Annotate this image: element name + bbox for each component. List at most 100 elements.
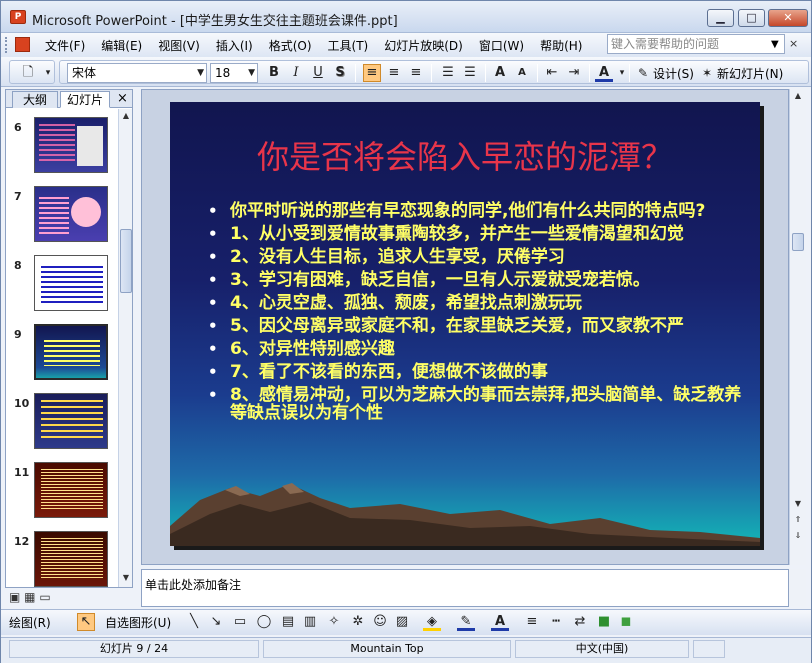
scroll-down-icon[interactable]: ▼ xyxy=(120,571,132,585)
toolbar-separator xyxy=(485,64,486,82)
slide-thumbnail[interactable] xyxy=(34,393,108,449)
new-slide-icon: ✶ xyxy=(701,66,713,80)
minimize-button[interactable]: ▁ xyxy=(707,9,734,27)
menu-format[interactable]: 格式(O) xyxy=(269,37,312,54)
previous-slide-icon[interactable]: ⇑ xyxy=(792,513,804,527)
toolbar-options-icon[interactable]: ▾ xyxy=(39,64,57,82)
numbered-list-icon[interactable]: ☰ xyxy=(439,64,457,82)
align-right-icon[interactable]: ≡ xyxy=(407,64,425,82)
diagram-icon[interactable]: ✲ xyxy=(349,613,367,631)
menu-view[interactable]: 视图(V) xyxy=(158,37,200,54)
decrease-font-icon[interactable]: A xyxy=(513,64,531,82)
slide-thumbnail[interactable] xyxy=(34,255,108,311)
line-style-icon[interactable]: ≡ xyxy=(523,613,541,631)
scroll-up-icon[interactable]: ▲ xyxy=(792,89,804,103)
vertical-textbox-icon[interactable]: ▥ xyxy=(301,613,319,631)
font-size-combo[interactable]: 18 ▼ xyxy=(210,63,258,83)
new-slide-button[interactable]: 新幻灯片(N) xyxy=(717,65,783,82)
slide-scrollbar[interactable]: ▲ ▼ ⇑ ⇓ xyxy=(789,89,806,565)
help-dropdown-icon[interactable]: ▼ xyxy=(771,39,779,50)
close-button[interactable]: ✕ xyxy=(768,9,808,27)
scrollbar-thumb[interactable] xyxy=(792,233,804,251)
slide-thumbnail[interactable] xyxy=(34,462,108,518)
slideshow-view-icon[interactable]: ▭ xyxy=(39,590,50,604)
increase-font-icon[interactable]: A xyxy=(491,64,509,82)
shadow-style-icon[interactable]: ■ xyxy=(595,613,613,631)
clipart-icon[interactable]: ☺ xyxy=(371,613,389,631)
document-icon[interactable] xyxy=(15,37,30,52)
line-color-icon[interactable]: ✎ xyxy=(457,613,475,631)
tab-slides[interactable]: 幻灯片 xyxy=(60,91,110,108)
menu-slideshow[interactable]: 幻灯片放映(D) xyxy=(384,37,463,54)
slide-thumbnail[interactable] xyxy=(34,186,108,242)
bullet-list-icon[interactable]: ☰ xyxy=(461,64,479,82)
thumbnail-text-preview xyxy=(44,340,100,366)
menu-edit[interactable]: 编辑(E) xyxy=(101,37,142,54)
shadow-button[interactable]: S xyxy=(331,64,349,82)
status-design-template: Mountain Top xyxy=(263,640,511,658)
underline-button[interactable]: U xyxy=(309,64,327,82)
normal-view-icon[interactable]: ▣ xyxy=(9,590,20,604)
slide-number: 10 xyxy=(14,397,30,410)
toolbar-grip[interactable] xyxy=(5,37,8,53)
select-pointer-icon[interactable]: ↖ xyxy=(77,613,95,631)
font-name-combo[interactable]: 宋体 ▼ xyxy=(67,63,207,83)
notes-scrollbar[interactable] xyxy=(789,569,806,607)
current-slide[interactable]: 你是否将会陷入早恋的泥潭？ 你平时听说的那些有早恋现象的同学,他们有什么共同的特… xyxy=(170,102,760,546)
slide-sorter-view-icon[interactable]: ▦ xyxy=(24,590,35,604)
align-left-icon[interactable]: ≡ xyxy=(363,64,381,82)
autoshapes-button[interactable]: 自选图形(U) xyxy=(105,614,171,631)
arrow-style-icon[interactable]: ⇄ xyxy=(571,613,589,631)
slide-bullet-list[interactable]: 你平时听说的那些有早恋现象的同学,他们有什么共同的特点吗? 1、从小受到爱情故事… xyxy=(206,202,754,427)
menu-file[interactable]: 文件(F) xyxy=(45,37,85,54)
new-document-icon[interactable]: 🗋 xyxy=(19,64,37,82)
slide-thumbnail-selected[interactable] xyxy=(34,324,108,380)
wordart-icon[interactable]: ✧ xyxy=(325,613,343,631)
decrease-indent-icon[interactable]: ⇤ xyxy=(543,64,561,82)
toolbar-separator xyxy=(629,64,630,82)
thumbnail-scrollbar[interactable]: ▲ ▼ xyxy=(118,109,132,587)
draw-font-color-icon[interactable]: A xyxy=(491,613,509,631)
menu-window[interactable]: 窗口(W) xyxy=(479,37,524,54)
slide-title[interactable]: 你是否将会陷入早恋的泥潭？ xyxy=(170,132,760,178)
thumbnail-text-preview xyxy=(41,469,103,511)
scroll-down-icon[interactable]: ▼ xyxy=(792,497,804,511)
line-icon[interactable]: ╲ xyxy=(185,613,203,631)
oval-icon[interactable]: ◯ xyxy=(255,613,273,631)
menu-help[interactable]: 帮助(H) xyxy=(540,37,582,54)
design-button[interactable]: 设计(S) xyxy=(653,65,694,82)
dash-style-icon[interactable]: ┅ xyxy=(547,613,565,631)
bullet-item: 4、心灵空虚、孤独、颓废，希望找点刺激玩玩 xyxy=(206,294,754,312)
rectangle-icon[interactable]: ▭ xyxy=(231,613,249,631)
picture-icon[interactable]: ▨ xyxy=(393,613,411,631)
bullet-item: 7、看了不该看的东西，便想做不该做的事 xyxy=(206,363,754,381)
3d-style-icon[interactable]: ◼ xyxy=(617,613,635,631)
arrow-icon[interactable]: ↘ xyxy=(207,613,225,631)
thumbnail-text-preview xyxy=(41,400,103,440)
font-color-icon[interactable]: A xyxy=(595,64,613,82)
view-buttons: ▣ ▦ ▭ xyxy=(9,590,51,604)
menu-tools[interactable]: 工具(T) xyxy=(328,37,369,54)
slide-thumbnail[interactable] xyxy=(34,117,108,173)
next-slide-icon[interactable]: ⇓ xyxy=(792,529,804,543)
slide-thumbnail[interactable] xyxy=(34,531,108,587)
document-close-button[interactable]: × xyxy=(789,37,798,50)
align-center-icon[interactable]: ≡ xyxy=(385,64,403,82)
powerpoint-app-icon: P xyxy=(10,10,26,24)
fill-color-icon[interactable]: ◈ xyxy=(423,613,441,631)
bold-button[interactable]: B xyxy=(265,64,283,82)
menu-insert[interactable]: 插入(I) xyxy=(216,37,253,54)
tab-outline[interactable]: 大纲 xyxy=(12,91,58,108)
italic-button[interactable]: I xyxy=(287,64,305,82)
bullet-item: 2、没有人生目标，追求人生享受，厌倦学习 xyxy=(206,248,754,266)
design-icon: ✎ xyxy=(637,66,649,80)
pane-close-button[interactable]: × xyxy=(117,91,128,106)
maximize-button[interactable]: □ xyxy=(738,9,765,27)
notes-pane[interactable]: 单击此处添加备注 xyxy=(141,569,789,607)
scroll-up-icon[interactable]: ▲ xyxy=(120,109,132,123)
textbox-icon[interactable]: ▤ xyxy=(279,613,297,631)
scrollbar-thumb[interactable] xyxy=(120,229,132,293)
increase-indent-icon[interactable]: ⇥ xyxy=(565,64,583,82)
help-search-input[interactable]: 键入需要帮助的问题 xyxy=(607,34,785,54)
draw-menu-button[interactable]: 绘图(R) xyxy=(9,614,51,631)
